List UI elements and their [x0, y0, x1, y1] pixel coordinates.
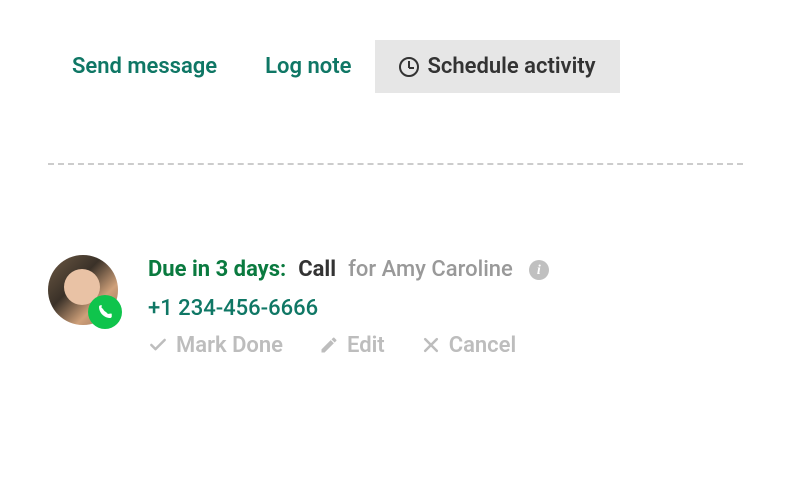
tab-schedule-activity[interactable]: Schedule activity — [375, 40, 619, 93]
tab-schedule-activity-label: Schedule activity — [427, 54, 595, 79]
activity-summary: Due in 3 days: Call for Amy Caroline i — [148, 255, 743, 286]
tab-log-note[interactable]: Log note — [241, 40, 375, 93]
activity-type-badge — [88, 295, 122, 329]
mark-done-label: Mark Done — [176, 333, 283, 358]
cancel-button[interactable]: Cancel — [421, 333, 517, 358]
activity-body: Due in 3 days: Call for Amy Caroline i +… — [148, 255, 743, 358]
pencil-icon — [319, 335, 339, 355]
phone-link[interactable]: +1 234-456-6666 — [148, 296, 743, 321]
avatar-wrap — [48, 255, 118, 325]
activity-type: Call — [298, 255, 336, 286]
activity-actions: Mark Done Edit Cancel — [148, 333, 743, 358]
activity-assignee: for Amy Caroline — [348, 255, 513, 286]
clock-icon — [399, 57, 419, 77]
divider — [48, 163, 743, 165]
phone-icon — [96, 303, 114, 321]
close-icon — [421, 335, 441, 355]
composer-tabs: Send message Log note Schedule activity — [48, 40, 743, 93]
edit-label: Edit — [347, 333, 385, 358]
edit-button[interactable]: Edit — [319, 333, 385, 358]
due-label: Due in 3 days: — [148, 255, 286, 286]
info-icon[interactable]: i — [529, 260, 549, 280]
cancel-label: Cancel — [449, 333, 517, 358]
tab-send-message[interactable]: Send message — [48, 40, 241, 93]
check-icon — [148, 335, 168, 355]
activity-card: Due in 3 days: Call for Amy Caroline i +… — [48, 255, 743, 358]
mark-done-button[interactable]: Mark Done — [148, 333, 283, 358]
